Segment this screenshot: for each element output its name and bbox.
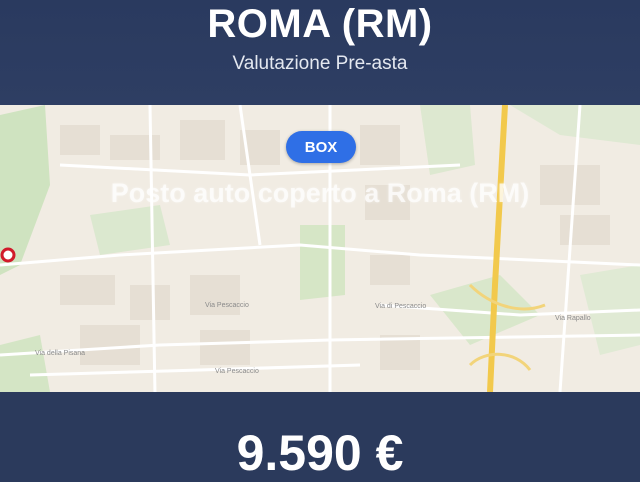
road-label: Via di Pescaccio (375, 303, 426, 310)
subtitle: Valutazione Pre-asta (232, 53, 408, 74)
road-label: Via Pescaccio (215, 368, 259, 375)
box-badge[interactable]: BOX (286, 131, 356, 163)
city-title: ROMA (RM) (207, 2, 433, 46)
price-value: 9.590 € (236, 425, 404, 481)
road-label: Via Rapallo (555, 315, 591, 322)
road-label: Via della Pisana (35, 350, 85, 357)
listing-title: Posto auto coperto a Roma (RM) (110, 178, 530, 208)
road-label: Via Pescaccio (205, 302, 249, 309)
map-view[interactable]: Via Pescaccio Via di Pescaccio Via Rapal… (0, 105, 640, 392)
location-pin-icon[interactable] (0, 247, 16, 263)
header-bar: ROMA (RM) Valutazione Pre-asta (0, 0, 640, 105)
